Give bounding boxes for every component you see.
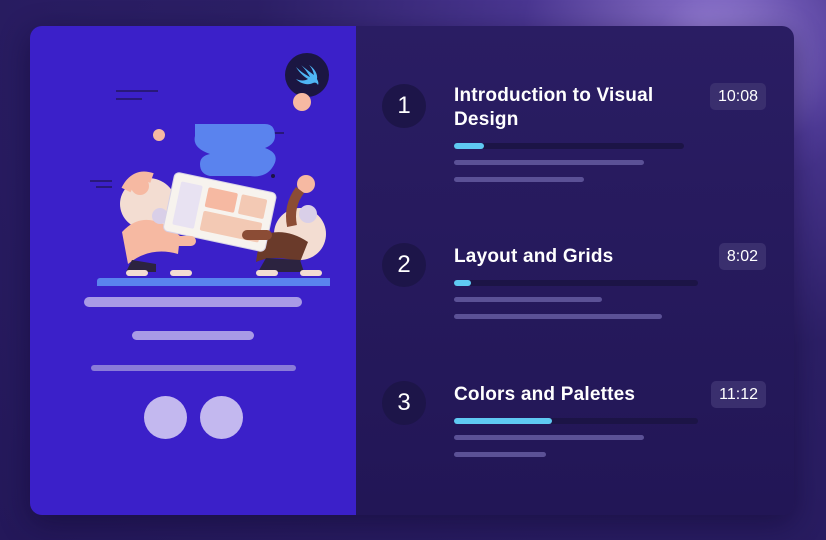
lesson-progress-bar <box>454 418 698 424</box>
lesson-list: 1 Introduction to Visual Design 10:08 2 … <box>356 26 794 515</box>
lesson-duration-badge: 8:02 <box>718 243 766 270</box>
lesson-progress-fill <box>454 418 552 424</box>
placeholder-text-bar <box>91 365 296 371</box>
lesson-progress-fill <box>454 280 472 286</box>
placeholder-text-line <box>454 314 662 319</box>
placeholder-subtitle-bar <box>132 331 254 340</box>
course-card: 1 Introduction to Visual Design 10:08 2 … <box>30 26 794 515</box>
placeholder-title-bar <box>84 297 302 307</box>
lesson-number-badge: 3 <box>382 381 426 425</box>
lesson-duration-badge: 11:12 <box>711 381 766 408</box>
lesson-title: Colors and Palettes <box>454 384 636 405</box>
lesson-item[interactable]: 1 Introduction to Visual Design 10:08 <box>356 82 794 192</box>
lesson-progress-fill <box>454 143 484 149</box>
lesson-number-badge: 2 <box>382 243 426 287</box>
lesson-number-badge: 1 <box>382 84 426 128</box>
lesson-progress-bar <box>454 143 684 149</box>
placeholder-text-line <box>454 452 546 457</box>
lesson-item[interactable]: 3 Colors and Palettes 11:12 <box>356 381 794 491</box>
placeholder-text-line <box>454 435 644 440</box>
lesson-item[interactable]: 2 Layout and Grids 8:02 <box>356 243 794 353</box>
placeholder-text-line <box>454 160 644 165</box>
placeholder-text-line <box>454 297 602 302</box>
lesson-progress-bar <box>454 280 698 286</box>
lesson-duration-badge: 10:08 <box>709 83 766 110</box>
lesson-title: Introduction to Visual Design <box>454 85 654 130</box>
placeholder-avatar <box>144 396 187 439</box>
two-people-holding-tablet-illustration <box>90 90 330 286</box>
course-preview-panel <box>30 26 356 515</box>
lesson-title: Layout and Grids <box>454 246 614 267</box>
placeholder-text-line <box>454 177 584 182</box>
placeholder-avatar <box>200 396 243 439</box>
